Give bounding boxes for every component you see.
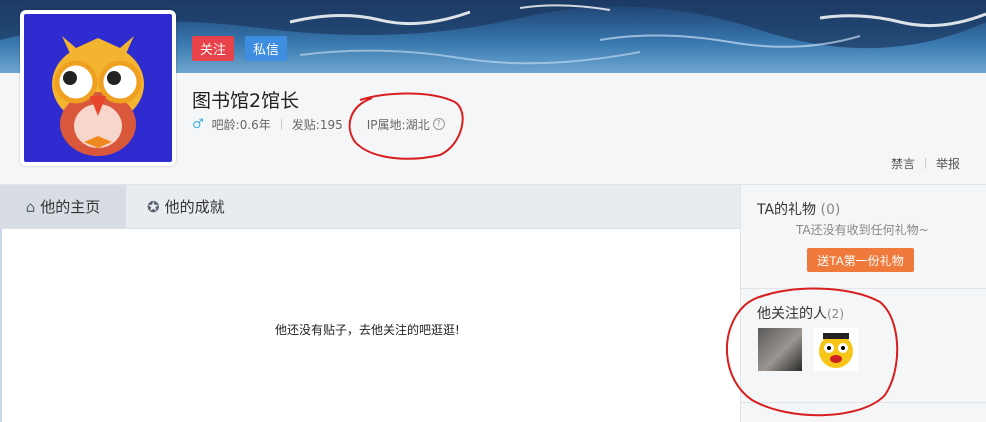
gifts-title: TA的礼物 (0)	[757, 199, 840, 219]
medal-icon: ✪	[147, 197, 160, 216]
divider	[741, 288, 986, 289]
empty-posts-message: 他还没有贴子，去他关注的吧逛逛!	[275, 323, 460, 337]
sidebar: TA的礼物 (0) TA还没有收到任何礼物~ 送TA第一份礼物 他关注的人(2)	[740, 185, 986, 422]
bar-age: 吧龄:0.6年	[211, 117, 271, 132]
following-title-label: 他关注的人	[757, 306, 827, 322]
divider	[741, 402, 986, 403]
followed-user-avatar[interactable]	[758, 328, 802, 371]
gifts-count: (0)	[820, 202, 841, 218]
divider	[280, 118, 282, 130]
following-title[interactable]: 他关注的人(2)	[757, 303, 844, 323]
report-link[interactable]: 举报	[936, 155, 960, 172]
followed-user-avatar[interactable]	[814, 328, 858, 371]
tab-home[interactable]: ⌂ 他的主页	[0, 185, 126, 228]
avatar-frame	[20, 10, 176, 166]
tab-achievements[interactable]: ✪ 他的成就	[147, 185, 225, 228]
avatar[interactable]	[24, 14, 172, 162]
follow-button[interactable]: 关注	[192, 36, 234, 61]
cartoon-face-icon	[819, 333, 853, 368]
content-border	[0, 228, 2, 422]
gifts-empty-text: TA还没有收到任何礼物~	[796, 223, 929, 237]
gifts-title-label: TA的礼物	[757, 202, 817, 218]
male-icon: ♂	[192, 116, 204, 132]
profile-actions: 禁言 举报	[891, 155, 960, 172]
mute-link[interactable]: 禁言	[891, 155, 915, 172]
post-count: 发贴:195	[291, 117, 343, 132]
divider	[924, 158, 926, 169]
message-button[interactable]: 私信	[245, 36, 287, 61]
tab-label: 他的成就	[164, 198, 225, 216]
send-gift-button[interactable]: 送TA第一份礼物	[807, 248, 914, 272]
following-count: (2)	[827, 307, 844, 321]
profile-tabs: ⌂ 他的主页 ✪ 他的成就	[0, 185, 740, 229]
ip-location: IP属地:湖北	[366, 117, 430, 132]
home-icon: ⌂	[25, 197, 36, 216]
profile-stats: ♂ 吧龄:0.6年 发贴:195 IP属地:湖北 ?	[192, 116, 445, 132]
tab-label: 他的主页	[40, 198, 101, 216]
owl-avatar-icon	[52, 36, 144, 156]
help-icon[interactable]: ?	[432, 118, 445, 130]
username: 图书馆2馆长	[192, 90, 300, 112]
